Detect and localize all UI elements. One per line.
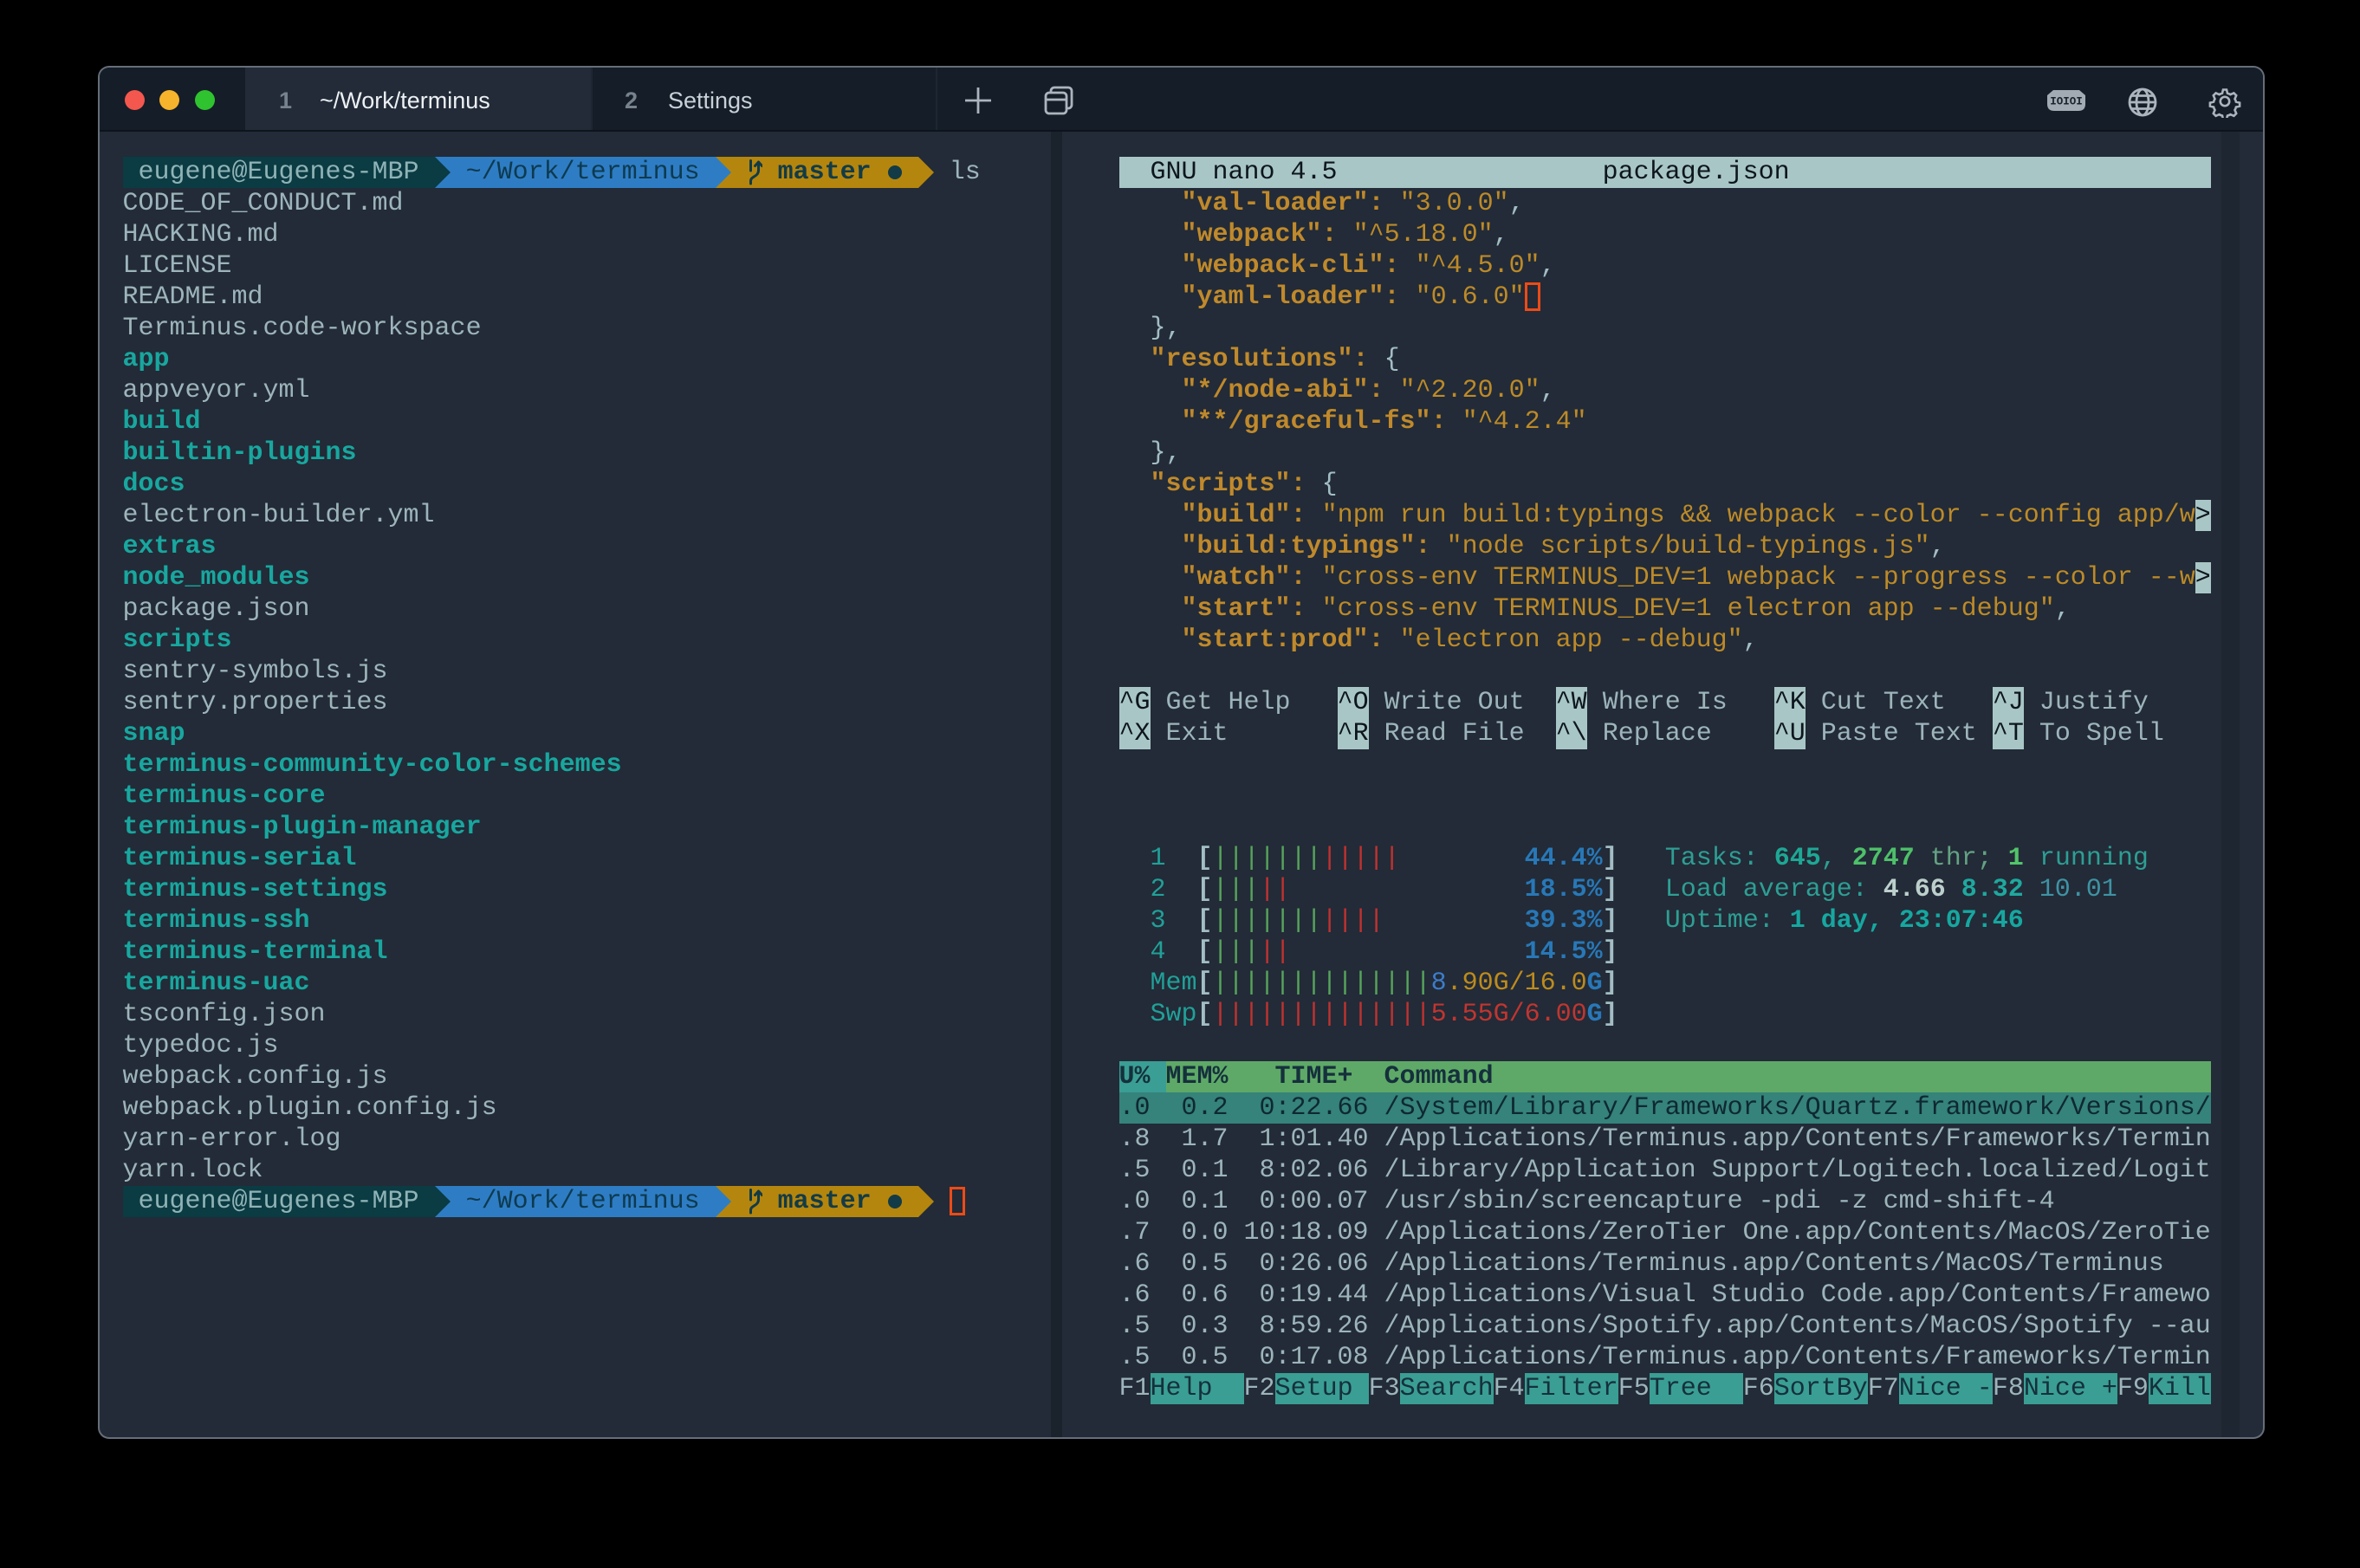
svg-text:IOIOI: IOIOI xyxy=(2050,96,2083,108)
